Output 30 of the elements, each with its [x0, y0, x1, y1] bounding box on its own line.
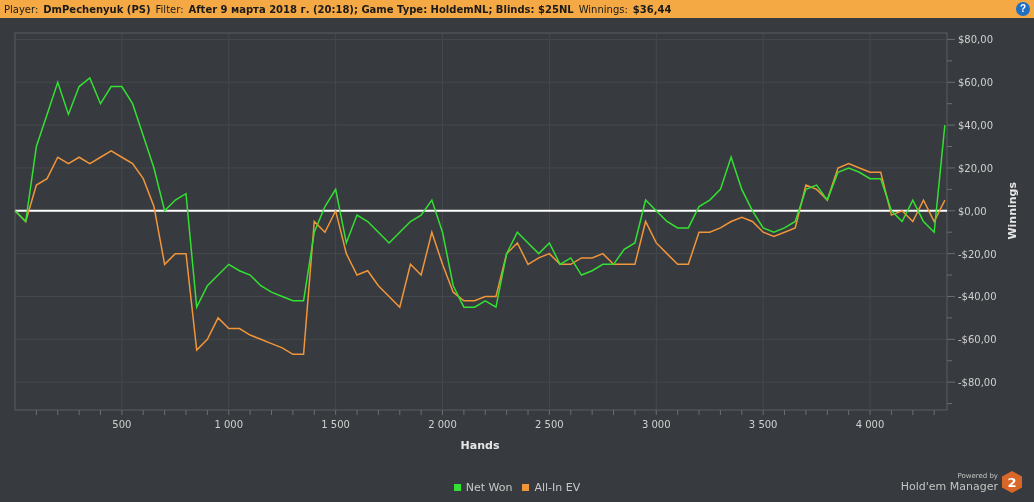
y-axis-title: Winnings — [1006, 182, 1019, 240]
filter-value: DmPechenyuk (PS) — [43, 3, 151, 15]
y-tick-label: -$40,00 — [958, 291, 997, 303]
x-tick-label: 1 500 — [321, 419, 350, 430]
x-tick-label: 2 000 — [428, 419, 457, 430]
legend-label: All-In EV — [534, 480, 581, 494]
y-tick-label: -$20,00 — [958, 248, 997, 260]
x-tick-label: 3 000 — [641, 419, 671, 430]
x-tick-label: 3 500 — [748, 419, 778, 430]
x-tick-label: 2 500 — [535, 419, 564, 430]
product-name: Hold'em Manager — [900, 479, 998, 493]
filter-label: Player: — [4, 3, 39, 15]
y-tick-label: -$80,00 — [958, 377, 997, 389]
version-badge: 2 — [1002, 471, 1022, 493]
filter-label: Winnings: — [578, 3, 628, 15]
legend-label: Net Won — [465, 480, 513, 494]
y-tick-label: $20,00 — [958, 162, 993, 174]
filter-value: $36,44 — [632, 3, 672, 15]
x-tick-label: 500 — [112, 419, 132, 430]
x-tick-label: 1 000 — [214, 419, 244, 430]
x-axis-title: Hands — [460, 439, 500, 452]
x-tick-label: 4 000 — [855, 419, 885, 430]
filter-label: Filter: — [155, 3, 184, 15]
y-tick-label: $0,00 — [958, 205, 987, 217]
y-tick-label: $40,00 — [958, 120, 993, 132]
filter-value: After 9 марта 2018 г. (20:18); Game Type: HoldemNL; Blinds: $25NL — [188, 3, 574, 15]
y-tick-label: -$60,00 — [958, 334, 997, 346]
help-button[interactable]: ? — [1016, 2, 1030, 16]
y-tick-label: $60,00 — [958, 77, 993, 89]
y-tick-label: $80,00 — [958, 34, 993, 46]
